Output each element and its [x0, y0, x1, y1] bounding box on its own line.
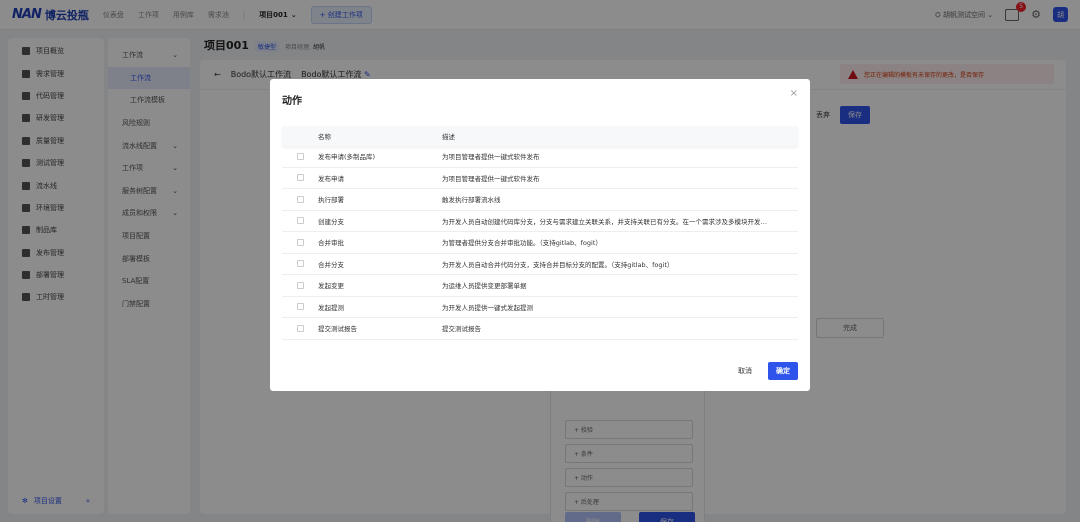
- row-checkbox[interactable]: [296, 152, 304, 160]
- row-name: 合并审批: [318, 239, 344, 248]
- row-check-cell: [282, 217, 318, 225]
- table-row[interactable]: 发起提测 为开发人员提供一键式发起提测: [282, 297, 798, 318]
- table-row[interactable]: 创建分支 为开发人员自动创建代码库分支，分支与需求建立关联关系，并支持关联已有分支…: [282, 211, 798, 232]
- row-check-cell: [282, 174, 318, 182]
- row-checkbox[interactable]: [296, 217, 304, 225]
- table-row[interactable]: 执行部署 触发执行部署流水线: [282, 189, 798, 211]
- row-desc: 触发执行部署流水线: [442, 196, 501, 205]
- row-name: 执行部署: [318, 196, 344, 205]
- row-check-cell: [282, 260, 318, 268]
- table-row[interactable]: 发布申请(多制品库) 为项目管理者提供一键式软件发布: [282, 146, 798, 168]
- dialog-title: 动作: [282, 96, 302, 107]
- column-header-desc: 描述: [442, 133, 455, 141]
- row-desc: 为开发人员自动合并代码分支，支持合并目标分支的配置。（支持gitlab、fogi…: [442, 260, 674, 269]
- row-name: 发布申请(多制品库): [318, 153, 376, 162]
- row-checkbox[interactable]: [296, 281, 304, 289]
- row-desc: 为项目管理者提供一键式软件发布: [442, 153, 540, 162]
- row-name: 合并分支: [318, 260, 344, 269]
- table-row[interactable]: 合并审批 为管理者提供分支合并审批功能。（支持gitlab、fogit）: [282, 232, 798, 254]
- row-checkbox[interactable]: [296, 324, 304, 332]
- close-icon[interactable]: ×: [790, 88, 798, 99]
- row-checkbox[interactable]: [296, 303, 304, 311]
- table-row[interactable]: 发起变更 为运维人员提供变更部署单据: [282, 275, 798, 297]
- action-dialog: 动作 × 名称 描述 发布申请(多制品库) 为项目管理者提供一键式软件发布 发布申…: [270, 79, 810, 391]
- row-name: 发起提测: [318, 303, 344, 312]
- row-desc: 为项目管理者提供一键式软件发布: [442, 174, 540, 183]
- row-check-cell: [282, 281, 318, 289]
- row-desc: 提交测试报告: [442, 325, 481, 334]
- dialog-footer: 取消 确定: [732, 362, 798, 380]
- row-desc: 为开发人员自动创建代码库分支，分支与需求建立关联关系，并支持关联已有分支。在一个…: [442, 217, 767, 226]
- table-row[interactable]: 合并分支 为开发人员自动合并代码分支，支持合并目标分支的配置。（支持gitlab、…: [282, 254, 798, 275]
- row-checkbox[interactable]: [296, 238, 304, 246]
- row-check-cell: [282, 324, 318, 332]
- table-row[interactable]: 提交测试报告 提交测试报告: [282, 318, 798, 340]
- table-row[interactable]: 发布申请 为项目管理者提供一键式软件发布: [282, 168, 798, 189]
- row-checkbox[interactable]: [296, 195, 304, 203]
- row-name: 创建分支: [318, 217, 344, 226]
- row-name: 发布申请: [318, 174, 344, 183]
- row-check-cell: [282, 238, 318, 246]
- confirm-button[interactable]: 确定: [768, 362, 798, 380]
- row-check-cell: [282, 195, 318, 203]
- row-check-cell: [282, 303, 318, 311]
- cancel-button[interactable]: 取消: [732, 362, 758, 380]
- row-name: 发起变更: [318, 282, 344, 291]
- row-checkbox[interactable]: [296, 260, 304, 268]
- row-name: 提交测试报告: [318, 325, 357, 334]
- row-checkbox[interactable]: [296, 174, 304, 182]
- row-check-cell: [282, 152, 318, 160]
- table-header: 名称 描述: [282, 126, 798, 146]
- row-desc: 为开发人员提供一键式发起提测: [442, 303, 533, 312]
- column-header-name: 名称: [318, 133, 331, 141]
- action-table: 名称 描述 发布申请(多制品库) 为项目管理者提供一键式软件发布 发布申请 为项目管…: [282, 126, 798, 340]
- row-desc: 为管理者提供分支合并审批功能。（支持gitlab、fogit）: [442, 239, 602, 248]
- row-desc: 为运维人员提供变更部署单据: [442, 282, 527, 291]
